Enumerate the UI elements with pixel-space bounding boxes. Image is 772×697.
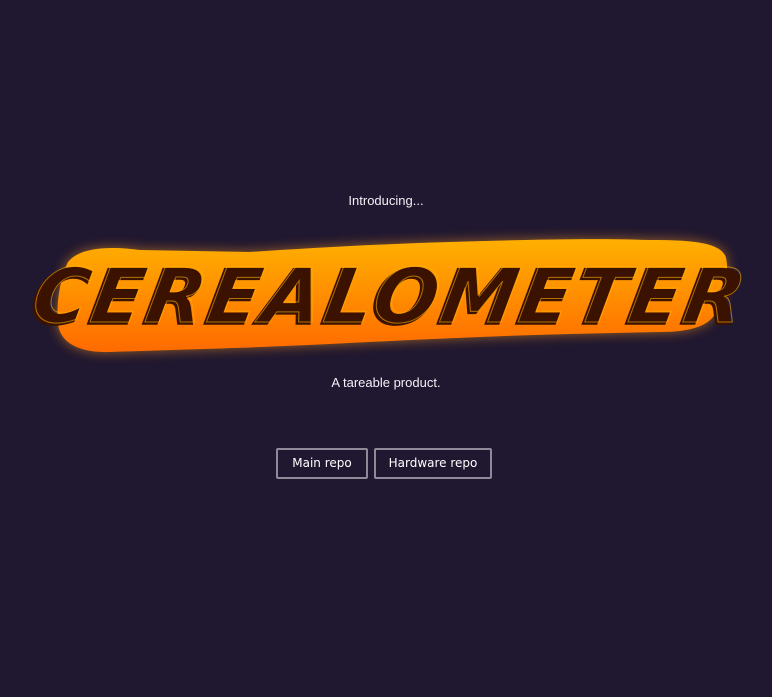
tagline: A tareable product. <box>331 375 441 390</box>
main-repo-button[interactable]: Main repo <box>276 448 368 479</box>
logo-graphic: CEREALOMETER CEREALOMETER <box>23 239 755 353</box>
hardware-repo-button[interactable]: Hardware repo <box>374 448 492 479</box>
repo-buttons: Main repo Hardware repo <box>276 448 492 479</box>
cerealometer-logo: CEREALOMETER CEREALOMETER <box>23 232 755 357</box>
intro-text: Introducing... <box>348 193 424 208</box>
logo-text-highlight: CEREALOMETER <box>26 253 755 341</box>
